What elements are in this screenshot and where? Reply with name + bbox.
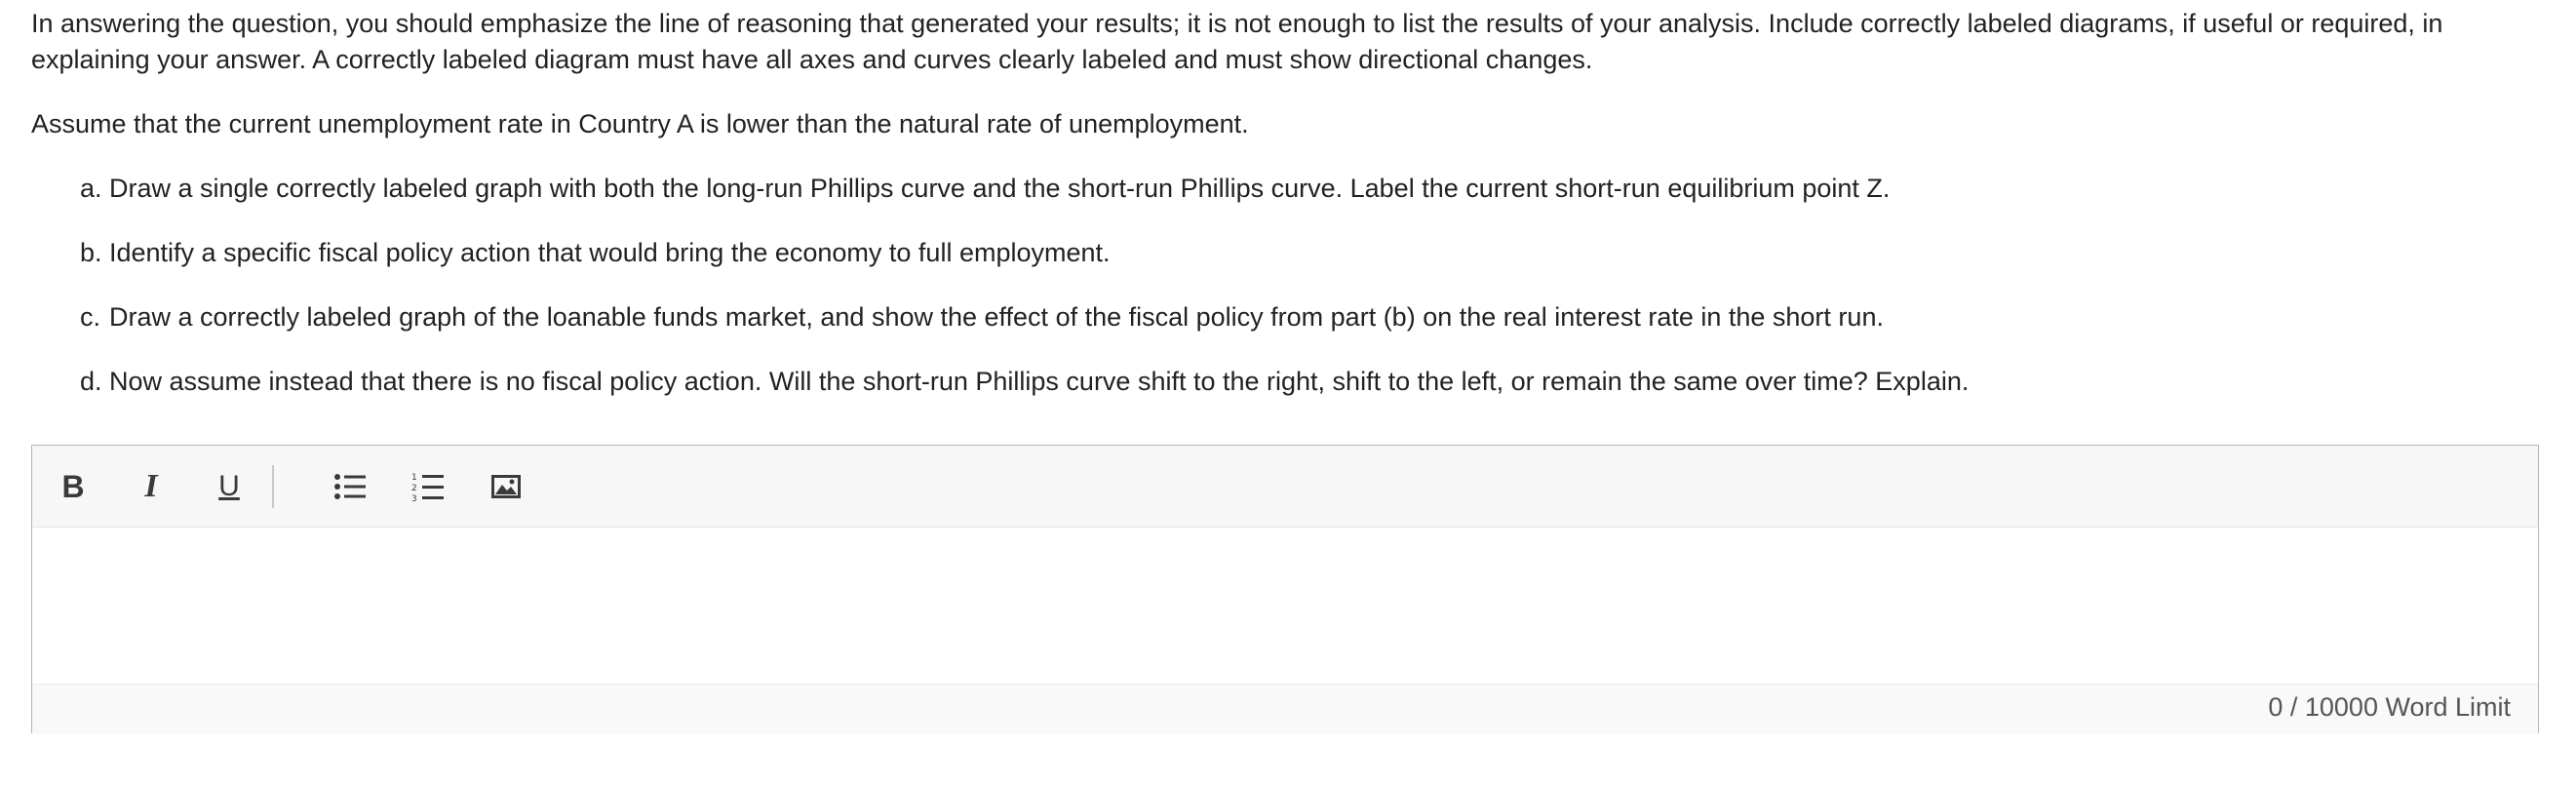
italic-icon: I bbox=[144, 468, 158, 504]
response-text-area[interactable] bbox=[32, 528, 2538, 684]
editor-toolbar: B I U 1 2 3 bbox=[32, 446, 2538, 528]
part-letter: b. bbox=[80, 238, 102, 267]
numbered-list-button[interactable]: 1 2 3 bbox=[407, 465, 449, 508]
question-part-a: a. Draw a single correctly labeled graph… bbox=[31, 171, 2547, 207]
editor-footer: 0 / 10000 Word Limit bbox=[32, 684, 2538, 734]
question-content: In answering the question, you should em… bbox=[31, 0, 2547, 428]
instructions-text: In answering the question, you should em… bbox=[31, 9, 2443, 74]
word-count: 0 / 10000 Word Limit bbox=[2268, 692, 2511, 722]
toolbar-divider bbox=[272, 465, 274, 508]
bulleted-list-button[interactable] bbox=[329, 465, 371, 508]
bulleted-list-icon bbox=[334, 474, 366, 499]
insert-image-button[interactable] bbox=[485, 465, 527, 508]
svg-text:1: 1 bbox=[411, 473, 417, 483]
underline-icon: U bbox=[218, 470, 240, 502]
part-text: Now assume instead that there is no fisc… bbox=[109, 367, 1970, 396]
part-letter: c. bbox=[80, 302, 101, 332]
numbered-list-icon: 1 2 3 bbox=[411, 473, 444, 502]
bold-icon: B bbox=[61, 468, 85, 504]
underline-button[interactable]: U bbox=[208, 465, 251, 508]
part-text: Draw a correctly labeled graph of the lo… bbox=[109, 302, 1884, 332]
bold-button[interactable]: B bbox=[52, 465, 95, 508]
svg-text:2: 2 bbox=[411, 484, 417, 493]
response-editor: B I U 1 2 3 0 / 10000 Word Limit bbox=[31, 445, 2539, 734]
question-part-b: b. Identify a specific fiscal policy act… bbox=[31, 235, 2547, 271]
question-part-c: c. Draw a correctly labeled graph of the… bbox=[31, 299, 2547, 335]
part-letter: d. bbox=[80, 367, 102, 396]
part-text: Identify a specific fiscal policy action… bbox=[109, 238, 1111, 267]
part-text: Draw a single correctly labeled graph wi… bbox=[109, 174, 1891, 203]
question-part-d: d. Now assume instead that there is no f… bbox=[31, 364, 2547, 400]
insert-image-icon bbox=[491, 475, 521, 498]
svg-text:3: 3 bbox=[411, 494, 417, 502]
part-letter: a. bbox=[80, 174, 102, 203]
italic-button[interactable]: I bbox=[130, 465, 173, 508]
question-parts-list: a. Draw a single correctly labeled graph… bbox=[31, 171, 2547, 400]
assumption-text: Assume that the current unemployment rat… bbox=[31, 109, 1249, 138]
